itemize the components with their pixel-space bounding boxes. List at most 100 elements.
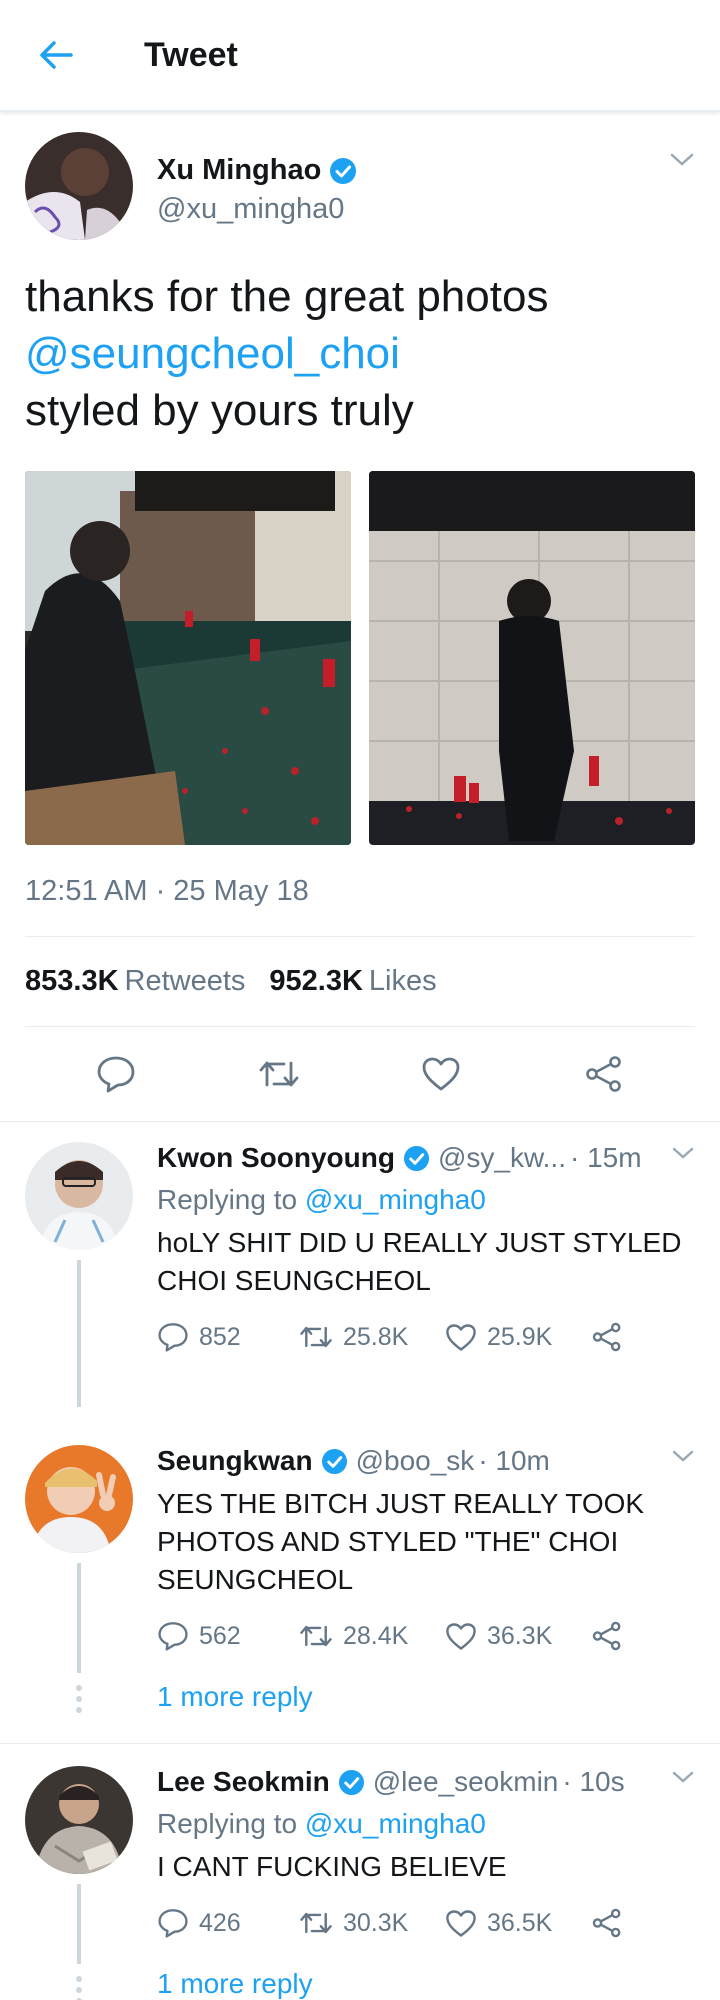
reply-author-name[interactable]: Seungkwan xyxy=(157,1445,313,1477)
retweet-count: 30.3K xyxy=(343,1908,409,1937)
reply-share-button[interactable] xyxy=(591,1621,633,1651)
reply-icon xyxy=(97,1056,135,1093)
reply-author-handle[interactable]: @boo_sk xyxy=(356,1445,475,1477)
retweet-count: 25.8K xyxy=(343,1322,409,1351)
retweet-icon xyxy=(300,1912,332,1934)
avatar[interactable] xyxy=(25,1445,133,1553)
thread-dots xyxy=(76,1685,82,1718)
reply-text: hoLY SHIT DID U REALLY JUST STYLED CHOI … xyxy=(157,1227,682,1296)
reply-author-name[interactable]: Kwon Soonyoung xyxy=(157,1142,395,1174)
like-button[interactable] xyxy=(411,1044,471,1104)
reply-text: YES THE BITCH JUST REALLY TOOK PHOTOS AN… xyxy=(157,1488,645,1595)
reply-item[interactable]: Seungkwan @boo_sk · 10m YES THE BITCH JU… xyxy=(0,1407,720,1715)
like-icon xyxy=(446,1323,476,1351)
retweets-count[interactable]: 853.3K xyxy=(25,965,119,998)
share-icon xyxy=(592,1322,621,1352)
share-icon xyxy=(592,1908,621,1938)
chevron-down-icon[interactable] xyxy=(671,1770,695,1784)
like-count: 36.3K xyxy=(487,1621,553,1650)
reply-icon xyxy=(158,1909,188,1938)
reply-icon xyxy=(158,1323,188,1352)
thread-line xyxy=(77,1260,81,1407)
author-name[interactable]: Xu Minghao xyxy=(157,154,321,187)
tweet-actions xyxy=(25,1027,695,1121)
verified-badge-icon xyxy=(330,157,357,184)
reply-comment-button[interactable]: 426 xyxy=(157,1908,299,1938)
reply-share-button[interactable] xyxy=(591,1322,633,1352)
mention-link[interactable]: @xu_mingha0 xyxy=(305,1808,486,1839)
reply-time: · 10m xyxy=(478,1445,550,1476)
reply-comment-button[interactable]: 852 xyxy=(157,1322,299,1352)
tweet-photo-1[interactable] xyxy=(25,471,351,845)
reply-icon xyxy=(158,1622,188,1651)
retweets-label[interactable]: Retweets xyxy=(125,965,246,998)
like-icon xyxy=(446,1909,476,1937)
more-replies-link[interactable]: 1 more reply xyxy=(157,1968,695,2000)
retweet-button[interactable] xyxy=(249,1044,309,1104)
retweet-icon xyxy=(300,1326,332,1348)
reply-actions: 852 25.8K 25.9K xyxy=(157,1322,695,1352)
share-icon xyxy=(592,1621,621,1651)
main-tweet: Xu Minghao @xu_mingha0 thanks for the gr… xyxy=(0,112,720,1122)
tweet-text-line: styled by yours truly xyxy=(25,386,414,435)
reply-author-handle[interactable]: @lee_seokmin xyxy=(373,1766,559,1798)
reply-item[interactable]: Lee Seokmin @lee_seokmin · 10s Replying … xyxy=(0,1744,720,2000)
like-count: 36.5K xyxy=(487,1908,553,1937)
back-arrow-icon[interactable] xyxy=(26,25,86,85)
reply-share-button[interactable] xyxy=(591,1908,633,1938)
reply-item[interactable]: Kwon Soonyoung @sy_kw... · 15m Replying … xyxy=(0,1122,720,1407)
share-button[interactable] xyxy=(574,1044,634,1104)
like-icon xyxy=(422,1057,460,1091)
reply-like-button[interactable]: 25.9K xyxy=(445,1323,591,1352)
replying-to-prefix: Replying to xyxy=(157,1184,298,1215)
chevron-down-icon[interactable] xyxy=(671,1146,695,1160)
likes-label[interactable]: Likes xyxy=(369,965,437,998)
chevron-down-icon[interactable] xyxy=(669,152,695,168)
tweet-photo-2[interactable] xyxy=(369,471,695,845)
page-title: Tweet xyxy=(144,35,238,74)
reply-text: I CANT FUCKING BELIEVE xyxy=(157,1851,507,1882)
reply-retweet-button[interactable]: 30.3K xyxy=(299,1909,445,1938)
thread-dots xyxy=(76,1976,82,2000)
like-icon xyxy=(446,1622,476,1650)
verified-badge-icon xyxy=(321,1448,347,1474)
reply-retweet-button[interactable]: 28.4K xyxy=(299,1622,445,1651)
retweet-icon xyxy=(259,1061,299,1087)
more-replies-link[interactable]: 1 more reply xyxy=(157,1681,695,1713)
replying-to: Replying to @xu_mingha0 xyxy=(157,1184,695,1216)
reply-actions: 562 28.4K 36.3K xyxy=(157,1621,695,1651)
avatar[interactable] xyxy=(25,132,133,240)
reply-author-handle[interactable]: @sy_kw... xyxy=(438,1142,566,1174)
tweet-author: Xu Minghao @xu_mingha0 xyxy=(25,132,695,240)
reply-button[interactable] xyxy=(86,1044,146,1104)
reply-actions: 426 30.3K 36.5K xyxy=(157,1908,695,1938)
retweet-icon xyxy=(300,1625,332,1647)
reply-retweet-button[interactable]: 25.8K xyxy=(299,1323,445,1352)
tweet-text: thanks for the great photos @seungcheol_… xyxy=(25,268,695,439)
tweet-text-line: thanks for the great photos xyxy=(25,272,549,321)
replying-to: Replying to @xu_mingha0 xyxy=(157,1808,695,1840)
reply-like-button[interactable]: 36.5K xyxy=(445,1909,591,1938)
top-bar: Tweet xyxy=(0,0,720,112)
photo-grid xyxy=(25,471,695,845)
author-handle[interactable]: @xu_mingha0 xyxy=(157,193,357,226)
comment-count: 562 xyxy=(199,1621,241,1650)
reply-time: · 15m xyxy=(569,1142,642,1173)
replying-to-prefix: Replying to xyxy=(157,1808,298,1839)
reply-author-name[interactable]: Lee Seokmin xyxy=(157,1766,330,1798)
avatar[interactable] xyxy=(25,1766,133,1874)
mention-link[interactable]: @seungcheol_choi xyxy=(25,325,695,382)
share-icon xyxy=(585,1056,621,1092)
verified-badge-icon xyxy=(338,1769,364,1795)
reply-like-button[interactable]: 36.3K xyxy=(445,1622,591,1651)
mention-link[interactable]: @xu_mingha0 xyxy=(305,1184,486,1215)
like-count: 25.9K xyxy=(487,1322,553,1351)
likes-count[interactable]: 952.3K xyxy=(269,965,363,998)
avatar[interactable] xyxy=(25,1142,133,1250)
chevron-down-icon[interactable] xyxy=(671,1449,695,1463)
verified-badge-icon xyxy=(403,1145,430,1171)
reply-time: · 10s xyxy=(562,1766,625,1797)
retweet-count: 28.4K xyxy=(343,1621,409,1650)
comment-count: 426 xyxy=(199,1908,241,1937)
reply-comment-button[interactable]: 562 xyxy=(157,1621,299,1651)
